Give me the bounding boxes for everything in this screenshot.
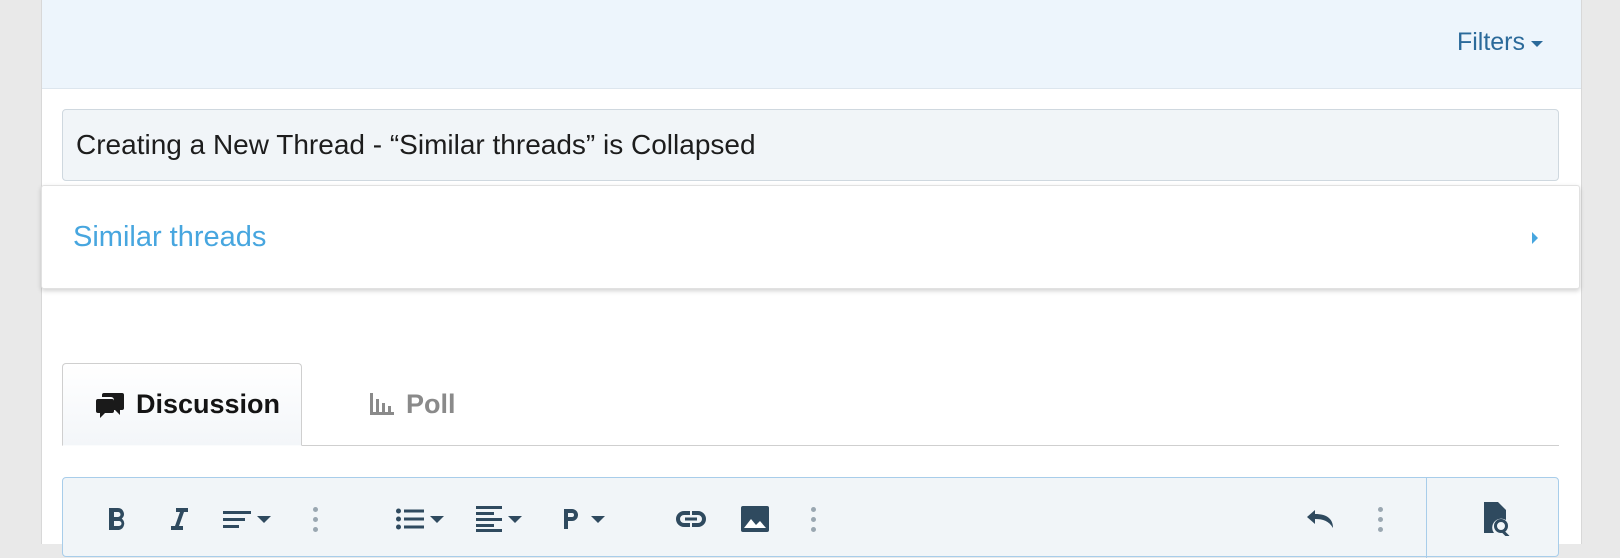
caret-right-icon [1532, 232, 1538, 244]
more-options-button[interactable] [1378, 504, 1383, 534]
comments-icon [96, 392, 124, 418]
list-icon [396, 508, 424, 530]
tab-discussion[interactable]: Discussion [62, 363, 302, 446]
undo-icon [1307, 510, 1333, 528]
filter-bar: Filters [42, 0, 1581, 89]
image-button[interactable] [741, 504, 769, 534]
tab-poll-label: Poll [406, 388, 456, 419]
more-options-button[interactable] [811, 504, 816, 534]
filters-label: Filters [1456, 28, 1525, 56]
italic-button[interactable] [169, 504, 189, 534]
link-icon [676, 511, 706, 527]
similar-threads-label: Similar threads [73, 221, 267, 253]
filters-dropdown[interactable]: Filters [1457, 28, 1543, 57]
page-card: Filters Similar threads Discussion [41, 0, 1582, 558]
text-format-dropdown[interactable] [223, 504, 271, 534]
tab-poll[interactable]: Poll [370, 363, 456, 445]
more-icon [1378, 506, 1383, 532]
more-options-button[interactable] [313, 504, 318, 534]
caret-down-icon [591, 515, 605, 523]
caret-down-icon [1531, 40, 1543, 47]
similar-threads-toggle[interactable]: Similar threads [41, 185, 1580, 289]
thread-type-tabs: Discussion Poll [62, 363, 1559, 446]
paragraph-icon [564, 509, 578, 529]
editor-toolbar [62, 477, 1559, 558]
align-dropdown[interactable] [476, 504, 522, 534]
preview-icon [1484, 502, 1510, 536]
more-icon [811, 506, 816, 532]
thread-title-input[interactable] [62, 109, 1559, 181]
bold-icon [109, 508, 125, 530]
text-format-icon [223, 511, 251, 528]
toolbar-divider [1426, 478, 1427, 558]
list-dropdown[interactable] [396, 504, 444, 534]
caret-down-icon [257, 515, 271, 523]
bold-button[interactable] [107, 504, 127, 534]
undo-button[interactable] [1306, 504, 1338, 534]
link-button[interactable] [675, 504, 707, 534]
tab-discussion-label: Discussion [136, 389, 281, 419]
more-icon [313, 506, 318, 532]
bar-chart-icon [370, 393, 394, 415]
caret-down-icon [508, 515, 522, 523]
align-icon [476, 506, 502, 532]
paragraph-dropdown[interactable] [563, 504, 605, 534]
image-icon [741, 506, 769, 532]
preview-button[interactable] [1482, 502, 1512, 536]
italic-icon [171, 508, 188, 530]
caret-down-icon [430, 515, 444, 523]
